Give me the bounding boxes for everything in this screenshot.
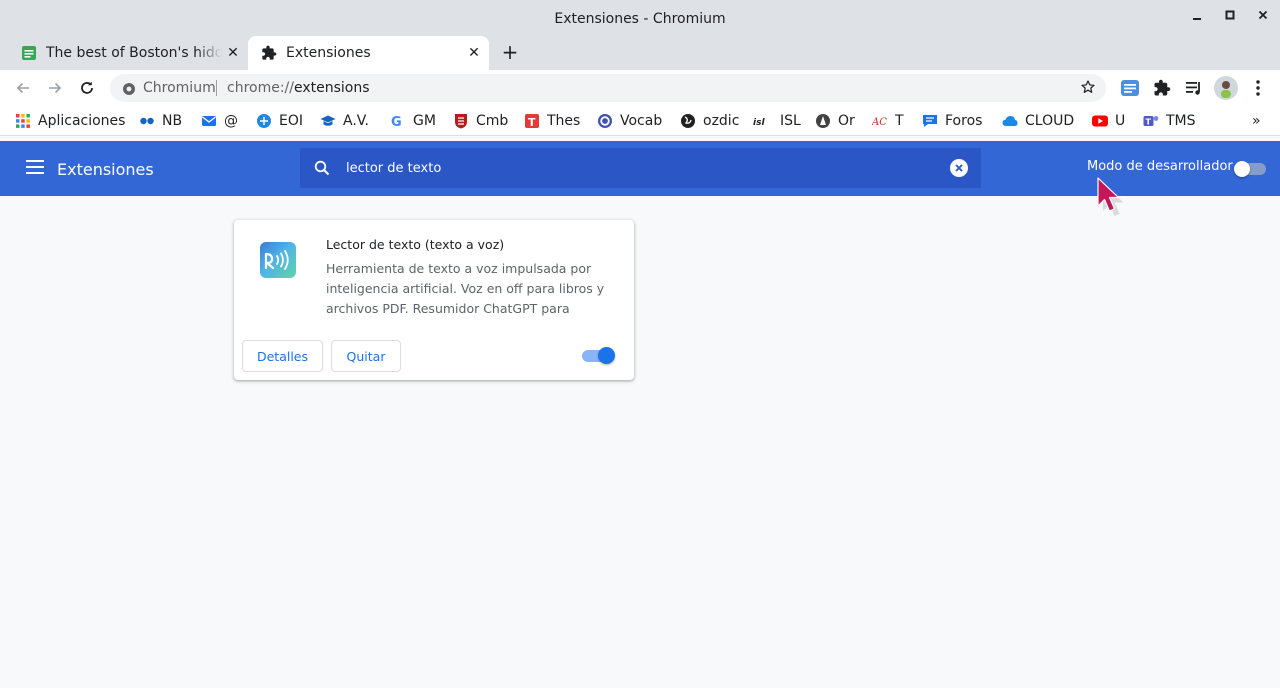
bookmark-gm[interactable]: G GM — [390, 112, 436, 130]
cloud-icon — [1002, 113, 1018, 129]
window-title: Extensiones - Chromium — [554, 11, 726, 27]
browser-toolbar: Chromium chrome://extensions — [0, 70, 1280, 106]
tab-extensions[interactable]: Extensiones ✕ — [248, 36, 489, 70]
developer-mode-toggle[interactable] — [1234, 161, 1266, 177]
new-tab-icon[interactable]: + — [499, 42, 521, 64]
extension-card: Lector de texto (texto a voz) Herramient… — [234, 220, 634, 380]
bookmark-or[interactable]: Or — [815, 112, 855, 130]
forward-arrow-icon[interactable] — [43, 76, 67, 100]
bookmarks-overflow-icon[interactable]: » — [1252, 112, 1261, 130]
cambridge-icon — [453, 113, 469, 129]
tab-strip: The best of Boston's hidden ✕ Extensione… — [0, 36, 1280, 70]
extension-enable-toggle[interactable] — [582, 347, 616, 365]
bookmark-vocab[interactable]: Vocab — [597, 112, 662, 130]
bookmark-cmb[interactable]: Cmb — [453, 112, 508, 130]
page-title: Extensiones — [57, 160, 154, 179]
youtube-icon — [1092, 113, 1108, 129]
bookmark-star-icon[interactable] — [1080, 79, 1096, 99]
svg-text:isl: isl — [753, 118, 765, 128]
sheet-favicon-icon — [21, 45, 37, 61]
text-reader-app-icon — [260, 242, 296, 278]
bookmark-nb[interactable]: NB — [139, 112, 182, 130]
extensions-header: Extensiones Modo de desarrollador — [0, 141, 1280, 196]
ac-icon: AC — [871, 113, 888, 129]
close-window-icon[interactable] — [1254, 9, 1272, 27]
thesaurus-icon: T — [524, 113, 540, 129]
reload-icon[interactable] — [75, 76, 99, 100]
minimize-icon[interactable] — [1188, 9, 1206, 27]
graduation-cap-icon — [320, 113, 336, 129]
bookmark-u[interactable]: U — [1092, 112, 1125, 130]
details-button[interactable]: Detalles — [242, 340, 323, 372]
omnibox-separator — [216, 80, 217, 96]
svg-text:G: G — [391, 115, 402, 129]
bookmark-eoi[interactable]: EOI — [256, 112, 303, 130]
toggle-knob — [598, 347, 615, 364]
globe-icon — [680, 113, 696, 129]
bookmark-isl[interactable]: isl ISL — [753, 112, 801, 130]
google-icon: G — [390, 113, 406, 130]
media-queue-icon[interactable] — [1184, 78, 1204, 98]
extension-description: Herramienta de texto a voz impulsada por… — [326, 261, 605, 316]
forum-icon — [922, 113, 938, 129]
tab-label: The best of Boston's hidden — [46, 45, 222, 61]
search-box — [300, 148, 981, 188]
extensions-puzzle-icon[interactable] — [1152, 78, 1172, 98]
bookmark-mail[interactable]: @ — [201, 112, 238, 130]
bookmark-t[interactable]: AC T — [871, 112, 904, 130]
bookmarks-bar: Aplicaciones NB @ EOI A.V. G GM Cmb T Thes… — [0, 106, 1280, 136]
tab-close-icon[interactable]: ✕ — [222, 45, 244, 61]
address-bar[interactable]: Chromium chrome://extensions — [110, 74, 1106, 102]
teams-icon: T — [1143, 113, 1159, 129]
bookmark-foros[interactable]: Foros — [922, 112, 982, 130]
eoi-icon — [256, 113, 272, 129]
tab-close-icon[interactable]: ✕ — [463, 45, 485, 61]
menu-kebab-icon[interactable] — [1248, 78, 1268, 98]
clear-search-icon[interactable] — [950, 159, 968, 177]
or-icon — [815, 113, 831, 129]
hamburger-menu-icon[interactable] — [26, 160, 44, 174]
svg-text:T: T — [528, 116, 536, 129]
tab-label: Extensiones — [286, 45, 371, 61]
puzzle-favicon-icon — [261, 45, 277, 61]
bookmark-tms[interactable]: T TMS — [1143, 112, 1196, 130]
bookmark-av[interactable]: A.V. — [320, 112, 369, 130]
isl-icon: isl — [753, 113, 773, 129]
nb-icon — [139, 113, 155, 129]
bookmark-cloud[interactable]: CLOUD — [1002, 112, 1074, 130]
mail-icon — [201, 113, 217, 129]
tab-boston[interactable]: The best of Boston's hidden ✕ — [8, 36, 248, 70]
text-reader-extension-icon[interactable] — [1120, 78, 1140, 98]
remove-button[interactable]: Quitar — [331, 340, 401, 372]
mouse-cursor-icon — [1096, 176, 1130, 220]
back-arrow-icon[interactable] — [11, 76, 35, 100]
chromium-site-icon[interactable] — [122, 81, 136, 100]
origin-label: Chromium — [143, 80, 216, 96]
search-input[interactable] — [346, 157, 926, 179]
toggle-knob — [1234, 161, 1250, 177]
window-titlebar: Extensiones - Chromium — [0, 0, 1280, 36]
url-text[interactable]: chrome://extensions — [227, 80, 370, 96]
bookmark-thes[interactable]: T Thes — [524, 112, 580, 130]
vocab-icon — [597, 113, 613, 129]
extension-name: Lector de texto (texto a voz) — [326, 237, 505, 252]
developer-mode-label: Modo de desarrollador — [1087, 159, 1233, 174]
svg-text:AC: AC — [872, 117, 887, 128]
svg-text:T: T — [1146, 118, 1152, 127]
apps-grid-icon — [15, 113, 31, 129]
bookmark-aplicaciones[interactable]: Aplicaciones — [15, 112, 125, 130]
maximize-icon[interactable] — [1221, 9, 1239, 27]
search-icon — [314, 160, 330, 180]
profile-avatar[interactable] — [1214, 76, 1238, 100]
bookmark-ozdic[interactable]: ozdic — [680, 112, 739, 130]
